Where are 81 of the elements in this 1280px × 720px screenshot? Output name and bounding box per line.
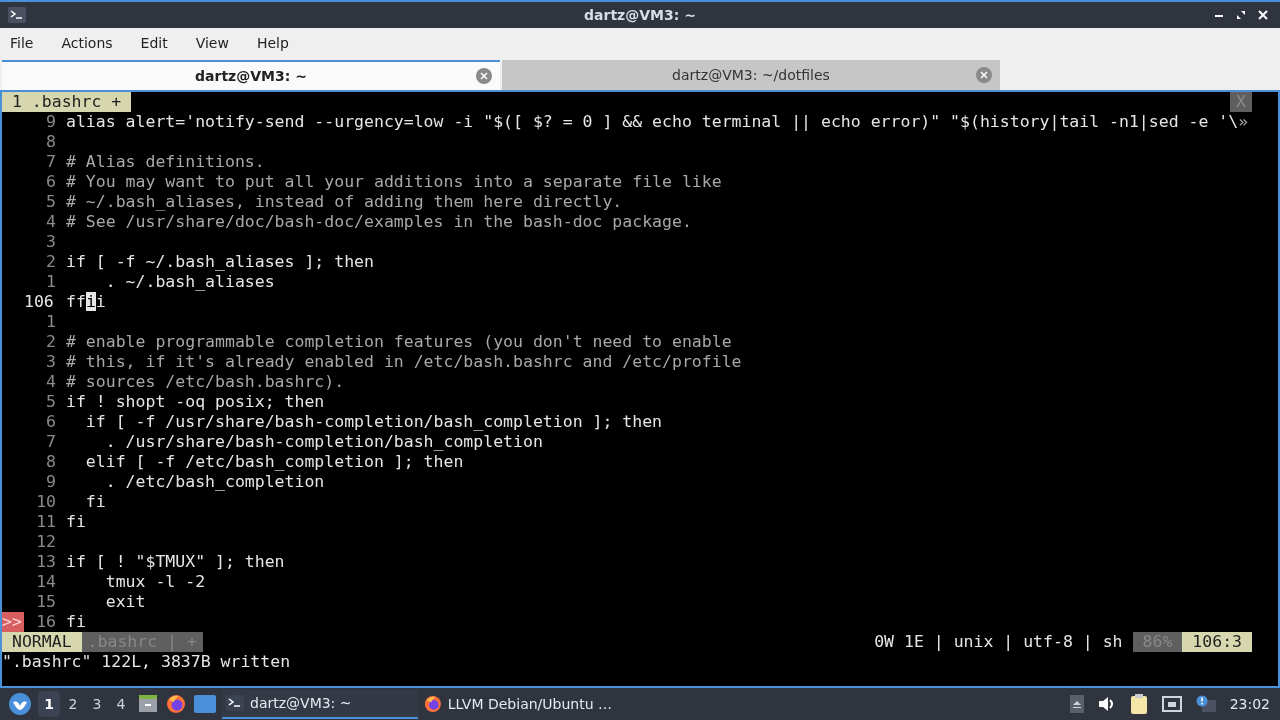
line-number: 2 xyxy=(45,330,56,353)
code-line: if ! shopt -oq posix; then xyxy=(66,390,325,413)
code-line: . /etc/bash_completion xyxy=(104,471,325,493)
comment-line: # ~/.bash_aliases, instead of adding them here directly. xyxy=(66,190,623,213)
code-line: fi xyxy=(84,490,106,513)
line-number: 1 xyxy=(45,310,56,333)
file-cabinet-icon[interactable] xyxy=(138,694,158,714)
code-line: if [ -f /usr/share/bash-completion/bash_completion ]; then xyxy=(84,410,663,433)
task-button[interactable]: LLVM Debian/Ubuntu … xyxy=(420,689,616,719)
comment-line: # You may want to put all your additions into a separate file like xyxy=(66,170,722,193)
line-number: 15 xyxy=(35,590,56,613)
line-number: 14 xyxy=(35,570,56,593)
line-number: 6 xyxy=(45,410,56,433)
comment-line: # Alias definitions. xyxy=(66,150,265,173)
comment-line: # See /usr/share/doc/bash-doc/examples in the bash-doc package. xyxy=(66,211,692,233)
menu-item[interactable]: Actions xyxy=(61,32,113,54)
comment-line: # sources /etc/bash.bashrc). xyxy=(66,370,345,393)
network-icon[interactable] xyxy=(1161,696,1182,712)
line-number: 6 xyxy=(45,170,56,193)
firefox-icon xyxy=(424,695,442,713)
command-message: ".bashrc" 122L, 3837B written xyxy=(2,651,291,673)
line-number: 5 xyxy=(45,390,56,413)
code-line: alias alert='notify-send --urgency=low -i "$([ $? = 0 ] && echo terminal || echo error)" "$(history|tail -n1|sed -e '\» xyxy=(66,110,1249,133)
line-number: 16 xyxy=(35,610,56,633)
line-number: 13 xyxy=(35,550,56,573)
sign-marker: >> xyxy=(2,612,24,632)
clock: 23:02 xyxy=(1229,694,1270,714)
buffer-tab[interactable]: 1 .bashrc + xyxy=(2,92,132,112)
mode-indicator: NORMAL xyxy=(2,632,82,652)
menu-item[interactable]: Edit xyxy=(140,32,168,54)
code-line: . ~/.bash_aliases xyxy=(104,271,275,293)
line-number: 8 xyxy=(45,450,56,473)
code-line: fi xyxy=(66,510,86,533)
workspace-button[interactable]: 4 xyxy=(110,691,132,717)
terminal-icon xyxy=(226,695,244,711)
line-number: 4 xyxy=(45,370,56,393)
line-number: 7 xyxy=(45,150,56,173)
line-number: 7 xyxy=(45,430,56,453)
notification-icon[interactable] xyxy=(1195,695,1216,713)
file-info: 0W 1E | unix | utf-8 | sh xyxy=(874,630,1123,653)
code-line: elif [ -f /etc/bash_completion ]; then xyxy=(84,451,464,473)
menu-item[interactable]: File xyxy=(10,32,34,54)
comment-line: # enable programmable completion features (you don't need to enable xyxy=(66,330,732,353)
clipboard-icon[interactable] xyxy=(1129,694,1148,714)
close-icon[interactable] xyxy=(1258,10,1268,20)
terminal-icon xyxy=(8,7,26,23)
workspace-button[interactable]: 2 xyxy=(62,691,84,717)
line-number: 106 xyxy=(24,290,55,313)
code-line: if [ ! "$TMUX" ]; then xyxy=(66,550,285,573)
line-number: 8 xyxy=(45,130,56,153)
line-number: 3 xyxy=(45,350,56,373)
line-number: 1 xyxy=(45,270,56,293)
window-title: dartz@VM3: ~ xyxy=(584,5,696,25)
firefox-icon xyxy=(166,694,186,714)
eject-icon[interactable] xyxy=(1069,695,1084,713)
volume-icon[interactable] xyxy=(1097,696,1116,712)
line-number: 9 xyxy=(45,470,56,493)
code-line: ffii xyxy=(66,290,106,313)
line-number: 9 xyxy=(45,110,56,133)
terminal-tab[interactable]: dartz@VM3: ~ xyxy=(2,60,500,90)
line-number: 4 xyxy=(45,210,56,233)
comment-line: # this, if it's already enabled in /etc/bash.bashrc and /etc/profile xyxy=(66,350,742,373)
menu-item[interactable]: Help xyxy=(256,32,289,54)
line-number: 5 xyxy=(45,190,56,213)
line-number: 2 xyxy=(45,250,56,273)
workspace-button[interactable]: 3 xyxy=(86,691,108,717)
code-line: tmux -l -2 xyxy=(104,570,206,593)
cursor-position: 106:3 xyxy=(1182,632,1252,652)
task-button[interactable]: dartz@VM3: ~ xyxy=(222,689,418,719)
menu-item[interactable]: View xyxy=(195,32,229,54)
code-line: fi xyxy=(66,610,86,633)
terminal-tab[interactable]: dartz@VM3: ~/dotfiles xyxy=(502,60,1000,90)
code-line: exit xyxy=(104,590,146,613)
code-line: . /usr/share/bash-completion/bash_completion xyxy=(104,431,543,453)
line-number: 12 xyxy=(35,530,56,553)
maximize-icon[interactable] xyxy=(1236,10,1246,20)
workspace-button[interactable]: 1 xyxy=(38,691,60,717)
line-number: 10 xyxy=(35,490,56,513)
line-number: 3 xyxy=(45,230,56,253)
code-line: if [ -f ~/.bash_aliases ]; then xyxy=(66,250,374,273)
line-number: 11 xyxy=(35,510,56,533)
